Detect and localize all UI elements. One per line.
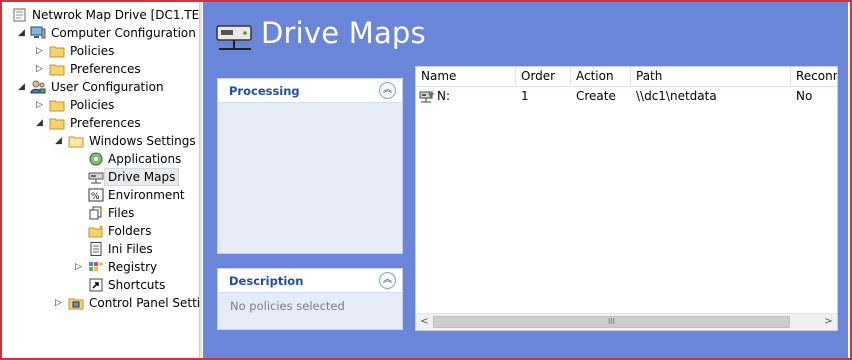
tree-item-cc-preferences[interactable]: ▷ Preferences (2, 60, 200, 78)
tree-item-folders[interactable]: Folders (2, 222, 200, 240)
column-header-path[interactable]: Path (631, 67, 791, 87)
collapsed-chevron-icon[interactable]: ▷ (55, 294, 65, 312)
details-pane: Drive Maps Processing ︽ Description ︽ No… (203, 2, 848, 358)
tree-item-registry[interactable]: ▷ Registry (2, 258, 200, 276)
cell-order: 1 (521, 89, 529, 103)
control-panel-icon (68, 298, 84, 310)
tree-item-control-panel-settings[interactable]: ▷ Control Panel Setting (2, 294, 200, 312)
description-panel-header[interactable]: Description ︽ (218, 269, 402, 293)
collapsed-chevron-icon[interactable]: ▷ (75, 258, 85, 276)
tree-item-drive-maps[interactable]: Drive Maps (2, 168, 200, 186)
tree-item-environment[interactable]: % Environment (2, 186, 200, 204)
scroll-right-button[interactable]: > (820, 314, 837, 330)
tree-item-ini-files[interactable]: Ini Files (2, 240, 200, 258)
applications-icon (89, 152, 103, 166)
tree-label: User Configuration (51, 80, 164, 94)
cell-reconnect: No (796, 89, 813, 103)
description-text: No policies selected (230, 299, 345, 313)
console-tree: Netwrok Map Drive [DC1.TECH ◢ Computer C… (2, 2, 200, 358)
folder-icon (49, 100, 65, 112)
table-row[interactable]: N: 1 Create \\dc1\netdata No (416, 87, 837, 105)
cell-name: N: (437, 89, 451, 103)
registry-icon (89, 262, 103, 271)
scrollbar-thumb[interactable]: III (433, 316, 790, 328)
expanded-chevron-icon[interactable]: ◢ (18, 24, 28, 42)
folder-icon (68, 136, 84, 148)
drive-maps-list[interactable]: Name Order Action Path Reconn N: 1 Creat… (415, 66, 838, 331)
tree-item-uc-policies[interactable]: ▷ Policies (2, 96, 200, 114)
ini-file-icon (90, 242, 102, 256)
svg-text:%: % (91, 192, 100, 202)
tree-label: Policies (70, 44, 115, 58)
users-icon (30, 80, 46, 94)
tree-item-windows-settings[interactable]: ◢ Windows Settings (2, 132, 200, 150)
list-header: Name Order Action Path Reconn (416, 67, 837, 87)
network-drive-icon (216, 25, 252, 50)
tree-label: Applications (108, 152, 182, 166)
processing-panel-title: Processing (229, 84, 300, 98)
folder-icon (49, 46, 65, 58)
tree-item-applications[interactable]: Applications (2, 150, 200, 168)
horizontal-scrollbar[interactable]: < III > (416, 313, 837, 330)
cell-action: Create (576, 89, 616, 103)
computer-icon (30, 26, 46, 39)
collapse-icon[interactable]: ︽ (379, 82, 396, 99)
environment-icon: % (88, 188, 104, 202)
tree-label: Environment (108, 188, 185, 202)
tree-label: Folders (108, 224, 152, 238)
tree-label: Control Panel Setting (89, 296, 200, 310)
shortcut-icon (89, 278, 103, 292)
tree-label: Computer Configuration (51, 26, 196, 40)
tree-label: Policies (70, 98, 115, 112)
collapsed-chevron-icon[interactable]: ▷ (36, 60, 46, 78)
scroll-left-button[interactable]: < (416, 314, 433, 330)
folder-icon (49, 118, 65, 130)
tree-item-shortcuts[interactable]: Shortcuts (2, 276, 200, 294)
files-icon (89, 206, 103, 220)
processing-panel-header[interactable]: Processing ︽ (218, 79, 402, 103)
column-header-order[interactable]: Order (516, 67, 571, 87)
tree-label: Shortcuts (108, 278, 166, 292)
pane-splitter[interactable] (199, 2, 202, 358)
collapsed-chevron-icon[interactable]: ▷ (36, 42, 46, 60)
folders-icon (88, 225, 103, 238)
tree-label: Drive Maps (104, 168, 180, 186)
expanded-chevron-icon[interactable]: ◢ (55, 132, 65, 150)
tree-label: Ini Files (108, 242, 153, 256)
tree-label: Files (108, 206, 135, 220)
expanded-chevron-icon[interactable]: ◢ (36, 114, 46, 132)
column-header-reconnect[interactable]: Reconn (791, 67, 837, 87)
column-header-action[interactable]: Action (571, 67, 631, 87)
collapsed-chevron-icon[interactable]: ▷ (36, 96, 46, 114)
tree-root-label: Netwrok Map Drive [DC1.TECH (32, 8, 200, 22)
expanded-chevron-icon[interactable]: ◢ (18, 78, 28, 96)
processing-panel: Processing ︽ (217, 78, 403, 254)
page-title: Drive Maps (261, 16, 426, 50)
tree-label: Preferences (70, 62, 141, 76)
tree-item-computer-configuration[interactable]: ◢ Computer Configuration (2, 24, 200, 42)
tree-item-user-configuration[interactable]: ◢ User Configuration (2, 78, 200, 96)
collapse-icon[interactable]: ︽ (379, 272, 396, 289)
tree-root[interactable]: Netwrok Map Drive [DC1.TECH (2, 6, 200, 24)
tree-label: Registry (108, 260, 158, 274)
tree-item-uc-preferences[interactable]: ◢ Preferences (2, 114, 200, 132)
tree-label: Preferences (70, 116, 141, 130)
column-header-name[interactable]: Name (416, 67, 516, 87)
policy-document-icon (13, 8, 26, 22)
description-panel: Description ︽ No policies selected (217, 268, 403, 330)
tree-item-files[interactable]: Files (2, 204, 200, 222)
network-drive-icon (88, 172, 104, 184)
tree-label: Windows Settings (89, 134, 196, 148)
folder-icon (49, 64, 65, 76)
description-panel-title: Description (229, 274, 304, 288)
tree-item-cc-policies[interactable]: ▷ Policies (2, 42, 200, 60)
cell-path: \\dc1\netdata (636, 89, 717, 103)
